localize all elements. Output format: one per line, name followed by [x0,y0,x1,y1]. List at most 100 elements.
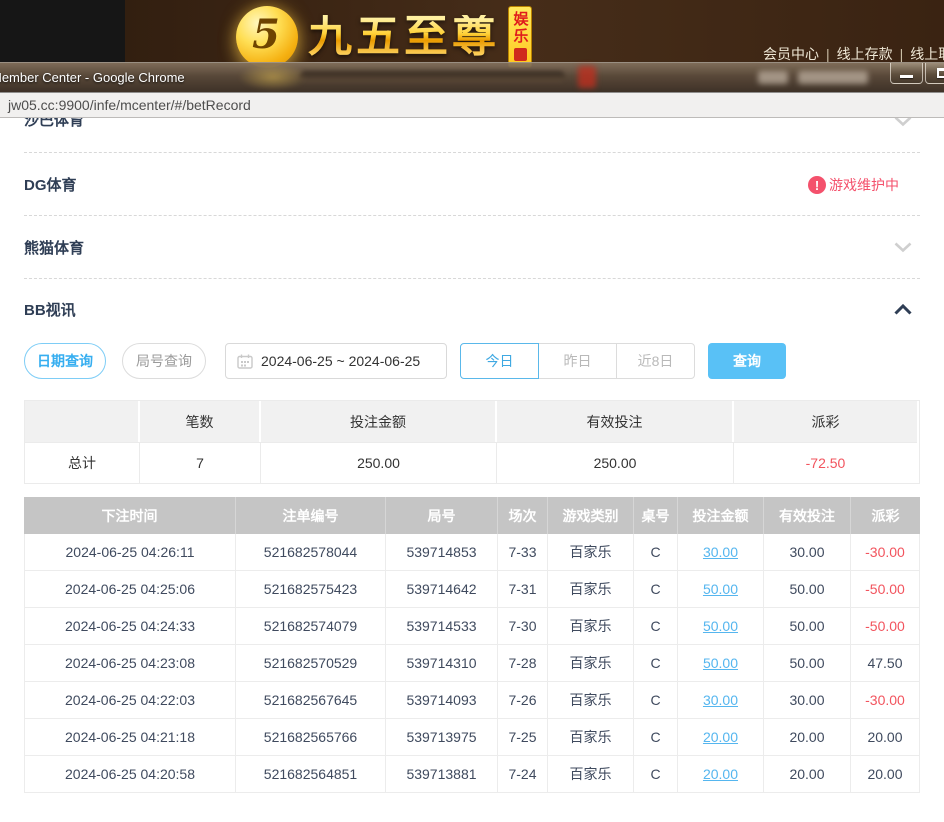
tab-date-query[interactable]: 日期查询 [24,343,106,379]
bet-amount-link[interactable]: 50.00 [678,608,764,645]
col-game-type: 游戏类别 [548,497,634,534]
badge-blur [578,66,596,88]
payout: -30.00 [851,682,920,719]
table-code: C [634,534,678,571]
payout: 47.50 [851,645,920,682]
summary-total-label: 总计 [25,442,140,483]
date-range-value: 2024-06-25 ~ 2024-06-25 [261,353,420,369]
summary-total-row: 总计 7 250.00 250.00 -72.50 [25,442,919,483]
search-button[interactable]: 查询 [708,343,786,379]
divider [24,278,920,279]
bet-table-header: 下注时间 注单编号 局号 场次 游戏类别 桌号 投注金额 有效投注 派彩 [24,497,920,534]
bet-time: 2024-06-25 04:24:33 [24,608,236,645]
table-row: 2024-06-25 04:21:18 521682565766 5397139… [24,719,920,756]
section-saba-sports[interactable]: 沙巴体育 [24,118,84,130]
valid-bet: 30.00 [764,682,851,719]
round-number: 539714533 [386,608,498,645]
summary-count-value: 7 [140,442,261,483]
site-logo: 5 九五至尊 娱乐 [236,6,532,68]
payout: -30.00 [851,534,920,571]
quick-yesterday-button[interactable]: 昨日 [538,343,617,379]
summary-header-row: 笔数 投注金额 有效投注 派彩 [25,401,919,442]
col-order-number: 注单编号 [236,497,386,534]
col-session: 场次 [498,497,548,534]
round-number: 539714310 [386,645,498,682]
nav-separator: | [826,46,830,62]
divider [24,152,920,153]
order-number: 521682567645 [236,682,386,719]
minimize-button[interactable] [890,63,923,84]
screen: 5 九五至尊 娱乐 会员中心 | 线上存款 | 线上取款 Member Center -… [0,0,944,822]
blurred-account-label [758,71,788,84]
top-nav: 会员中心 | 线上存款 | 线上取款 [763,44,944,64]
col-bet-time: 下注时间 [24,497,236,534]
order-number: 521682575423 [236,571,386,608]
logo-glow-through-glass [238,63,308,91]
bet-amount-link[interactable]: 30.00 [678,534,764,571]
section-bb-live[interactable]: BB视讯 [24,301,76,320]
maximize-button[interactable] [925,63,944,84]
round-number: 539714853 [386,534,498,571]
section-dg-sports[interactable]: DG体育 [24,176,77,195]
payout: -50.00 [851,571,920,608]
bet-time: 2024-06-25 04:22:03 [24,682,236,719]
chevron-down-icon[interactable] [894,242,912,253]
table-row: 2024-06-25 04:24:33 521682574079 5397145… [24,608,920,645]
session: 7-31 [498,571,548,608]
date-range-input[interactable]: 2024-06-25 ~ 2024-06-25 [225,343,447,379]
valid-bet: 50.00 [764,608,851,645]
bet-amount-link[interactable]: 30.00 [678,682,764,719]
table-row: 2024-06-25 04:25:06 521682575423 5397146… [24,571,920,608]
quick-8days-button[interactable]: 近8日 [616,343,695,379]
payout: 20.00 [851,719,920,756]
bet-amount-link[interactable]: 50.00 [678,645,764,682]
col-round-number: 局号 [386,497,498,534]
table-code: C [634,608,678,645]
bet-amount-link[interactable]: 50.00 [678,571,764,608]
bet-time: 2024-06-25 04:25:06 [24,571,236,608]
chevron-down-icon[interactable] [894,118,912,127]
game-type: 百家乐 [548,756,634,793]
tab-round-query[interactable]: 局号查询 [122,343,206,379]
bet-time: 2024-06-25 04:23:08 [24,645,236,682]
browser-addressbar[interactable]: jw05.cc:9900/infe/mcenter/#/betRecord [0,92,944,118]
nav-online-deposit[interactable]: 线上存款 [837,46,893,62]
maintenance-text: 游戏维护中 [829,175,899,195]
payout: -50.00 [851,608,920,645]
session: 7-30 [498,608,548,645]
valid-bet: 20.00 [764,756,851,793]
bet-amount-link[interactable]: 20.00 [678,756,764,793]
dark-panel [0,0,125,62]
divider [24,215,920,216]
game-type: 百家乐 [548,645,634,682]
nav-online-withdraw[interactable]: 线上取款 [910,46,944,62]
exclamation-icon: ! [808,176,826,194]
bet-record-table: 下注时间 注单编号 局号 场次 游戏类别 桌号 投注金额 有效投注 派彩 202… [24,497,920,793]
chevron-up-icon[interactable] [894,304,912,315]
game-type: 百家乐 [548,571,634,608]
table-code: C [634,756,678,793]
browser-titlebar[interactable]: Member Center - Google Chrome [0,62,944,92]
badge-text: 娱乐 [513,11,528,45]
bet-amount-link[interactable]: 20.00 [678,719,764,756]
order-number: 521682565766 [236,719,386,756]
game-type: 百家乐 [548,608,634,645]
logo-symbol: 5 [252,15,280,55]
col-payout: 派彩 [851,497,920,534]
summary-header-valid-bet: 有效投注 [497,401,734,442]
payout: 20.00 [851,756,920,793]
summary-header-payout: 派彩 [734,401,917,442]
valid-bet: 20.00 [764,719,851,756]
game-type: 百家乐 [548,719,634,756]
header-ornament-blur [300,71,565,82]
bet-time: 2024-06-25 04:20:58 [24,756,236,793]
quick-today-button[interactable]: 今日 [460,343,539,379]
summary-header-bet-amount: 投注金额 [261,401,497,442]
order-number: 521682564851 [236,756,386,793]
nav-member-center[interactable]: 会员中心 [763,46,819,62]
section-panda-sports[interactable]: 熊猫体育 [24,239,84,258]
table-row: 2024-06-25 04:22:03 521682567645 5397140… [24,682,920,719]
nav-separator: | [900,46,904,62]
order-number: 521682570529 [236,645,386,682]
summary-payout-value: -72.50 [734,442,917,483]
